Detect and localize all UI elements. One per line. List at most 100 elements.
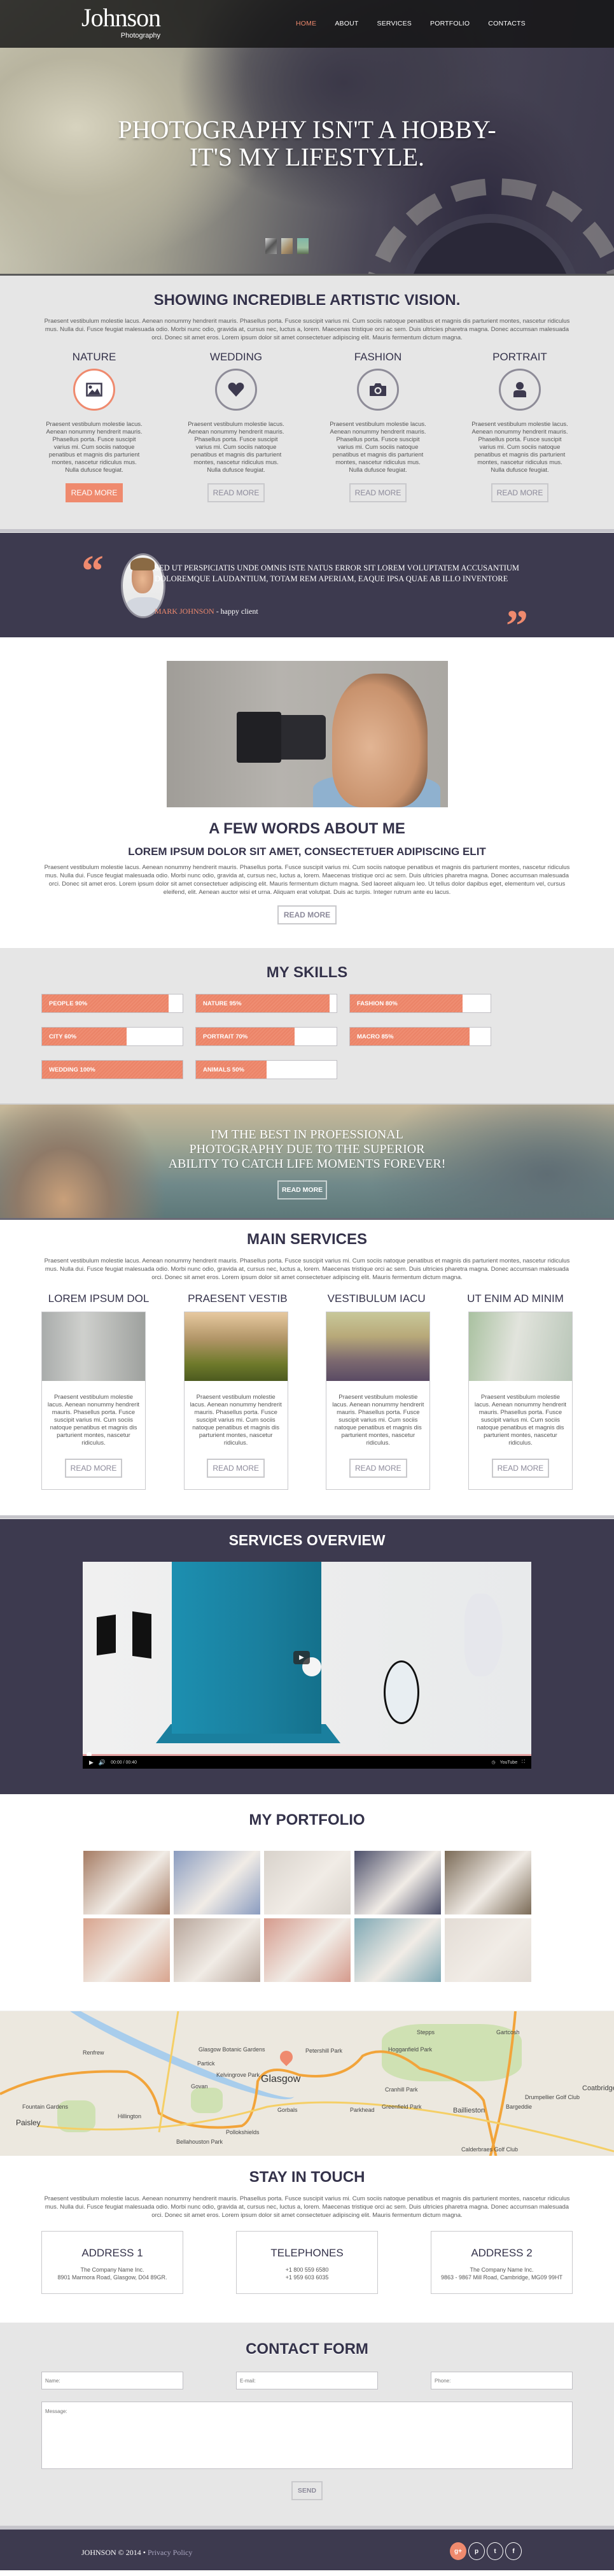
map-label: Paisley [16,2118,41,2127]
service-text: Praesent vestibulum molestie lacus. Aene… [190,1394,282,1447]
phone-number[interactable]: +1 800 559 6580 [237,2266,377,2274]
fullscreen-icon[interactable]: ⛶ [522,1760,525,1765]
service-title: VESTIBULUM IACU [327,1292,426,1305]
contacts-text: Praesent vestibulum molestie lacus. Aene… [44,2195,570,2219]
service-image-vintage-car[interactable] [326,1312,430,1381]
logo[interactable]: Johnson Photography [81,3,161,40]
category-icon-circle[interactable] [215,369,257,411]
category-title: PORTRAIT [492,351,547,363]
category-text: Praesent vestibulum molestie lacus. Aene… [471,421,568,474]
service-title: LOREM IPSUM DOL [48,1292,150,1305]
skill-bar: NATURE 95% [195,994,337,1013]
service-image-photographer[interactable] [42,1312,145,1381]
category-icon-circle[interactable] [357,369,399,411]
vision-title: SHOWING INCREDIBLE ARTISTIC VISION. [153,292,461,309]
message-textarea[interactable] [41,2402,573,2469]
location-map[interactable]: Glasgow Glasgow Botanic Gardens Petershi… [0,2011,614,2156]
service-read-more-button[interactable]: READ MORE [491,1459,550,1478]
phone-input[interactable] [431,2372,573,2389]
portfolio-grid [0,1851,614,1982]
pinterest-icon[interactable]: p [468,2542,485,2560]
video-play-overlay-button[interactable]: ▶ [293,1651,310,1664]
service-read-more-button[interactable]: READ MORE [207,1459,265,1478]
overview-title: SERVICES OVERVIEW [228,1532,386,1548]
about-text: Praesent vestibulum molestie lacus. Aene… [44,864,570,896]
watch-later-icon[interactable]: ◷ [491,1760,495,1765]
skills-title: MY SKILLS [266,964,348,981]
skill-bar: MACRO 85% [349,1027,491,1046]
cta-read-more-button[interactable]: READ MORE [277,1180,328,1200]
hero-bottom-line [0,274,614,276]
skills-section: MY SKILLS PEOPLE 90% NATURE 95% FASHION 80… [0,948,614,1103]
fashion-read-more-button[interactable]: READ MORE [349,483,407,502]
video-time: 00:00 / 00:40 [111,1760,137,1765]
map-label: Gartcosh [496,2029,520,2035]
logo-subtitle: Photography [120,32,161,39]
form-fields-row [41,2372,573,2389]
category-icon-circle[interactable] [73,369,115,411]
service-cards: Praesent vestibulum molestie lacus. Aene… [41,1312,573,1490]
slide-thumb-sky[interactable] [297,238,309,254]
youtube-logo[interactable]: YouTube [500,1760,518,1765]
service-text: Praesent vestibulum molestie lacus. Aene… [332,1394,424,1447]
nav-about[interactable]: ABOUT [335,20,358,27]
slide-thumb-sand[interactable] [281,238,293,254]
portfolio-item-portrait-woman[interactable] [83,1851,170,1914]
skill-bar: PORTRAIT 70% [195,1027,337,1046]
skill-label: FASHION 80% [357,1000,398,1007]
map-label: Bellahouston Park [176,2139,223,2145]
category-fashion: FASHION Praesent vestibulum molestie lac… [325,351,431,502]
privacy-policy-link[interactable]: Privacy Policy [148,2548,192,2557]
portfolio-item-blonde-woman-lying[interactable] [263,1851,351,1914]
nature-read-more-button[interactable]: READ MORE [65,483,123,502]
portfolio-item-horse-painting[interactable] [354,1918,441,1982]
about-read-more-button[interactable]: READ MORE [277,905,337,924]
portrait-read-more-button[interactable]: READ MORE [491,483,549,502]
portfolio-item-woman-on-hay[interactable] [83,1918,170,1982]
copyright: JOHNSON © 2014 • Privacy Policy [81,2548,192,2558]
category-title: WEDDING [209,351,263,363]
portfolio-title: MY PORTFOLIO [249,1811,365,1829]
email-input[interactable] [236,2372,378,2389]
google-plus-icon[interactable]: g+ [450,2542,466,2560]
cta-text: I'M THE BEST IN PROFESSIONAL PHOTOGRAPHY… [0,1128,614,1171]
service-read-more-button[interactable]: READ MORE [349,1459,407,1478]
portfolio-item-woman-in-dress[interactable] [444,1918,531,1982]
testimonial-section: “ SED UT PERSPICIATIS UNDE OMNIS ISTE NA… [0,533,614,649]
portfolio-item-sunset-coast[interactable] [444,1851,531,1914]
category-icon-circle[interactable] [499,369,541,411]
send-button[interactable]: SEND [291,2481,323,2500]
services-section: MAIN SERVICES Praesent vestibulum molest… [0,1220,614,1515]
portfolio-item-smiling-woman-earrings[interactable] [263,1918,351,1982]
phone-number[interactable]: +1 959 603 6035 [237,2274,377,2281]
portfolio-item-couple-in-car[interactable] [354,1851,441,1914]
nav-contacts[interactable]: CONTACTS [488,20,526,27]
map-label: Govan [191,2083,208,2090]
portfolio-item-autumn-tree[interactable] [173,1918,260,1982]
category-wedding: WEDDING Praesent vestibulum molestie lac… [183,351,289,502]
main-nav: HOME ABOUT SERVICES PORTFOLIO CONTACTS [296,20,544,27]
portfolio-item-man-at-sea[interactable] [173,1851,260,1914]
video-player[interactable]: ▶ ▶ 🔊 00:00 / 00:40 ◷ YouTube ⛶ [83,1562,531,1769]
nav-services[interactable]: SERVICES [377,20,412,27]
map-city-label: Glasgow [261,2074,301,2084]
wedding-read-more-button[interactable]: READ MORE [207,483,265,502]
box-line: The Company Name Inc. [470,2267,534,2273]
map-label: Hogganfield Park [388,2046,433,2053]
service-image-fashion-model[interactable] [468,1312,572,1381]
service-title: PRAESENT VESTIB [188,1292,288,1305]
logo-name: Johnson [81,3,161,32]
twitter-icon[interactable]: t [487,2542,503,2560]
slide-thumb-camera[interactable] [265,238,277,254]
service-card: Praesent vestibulum molestie lacus. Aene… [326,1312,431,1490]
nav-home[interactable]: HOME [296,20,316,27]
nav-portfolio[interactable]: PORTFOLIO [430,20,470,27]
name-input[interactable] [41,2372,183,2389]
facebook-icon[interactable]: f [505,2542,522,2560]
play-icon[interactable]: ▶ [89,1759,94,1766]
volume-icon[interactable]: 🔊 [99,1759,106,1766]
skill-bar: ANIMALS 50% [195,1060,337,1079]
service-read-more-button[interactable]: READ MORE [64,1459,123,1478]
service-text: Praesent vestibulum molestie lacus. Aene… [47,1394,140,1447]
service-image-wedding-couple[interactable] [184,1312,288,1381]
